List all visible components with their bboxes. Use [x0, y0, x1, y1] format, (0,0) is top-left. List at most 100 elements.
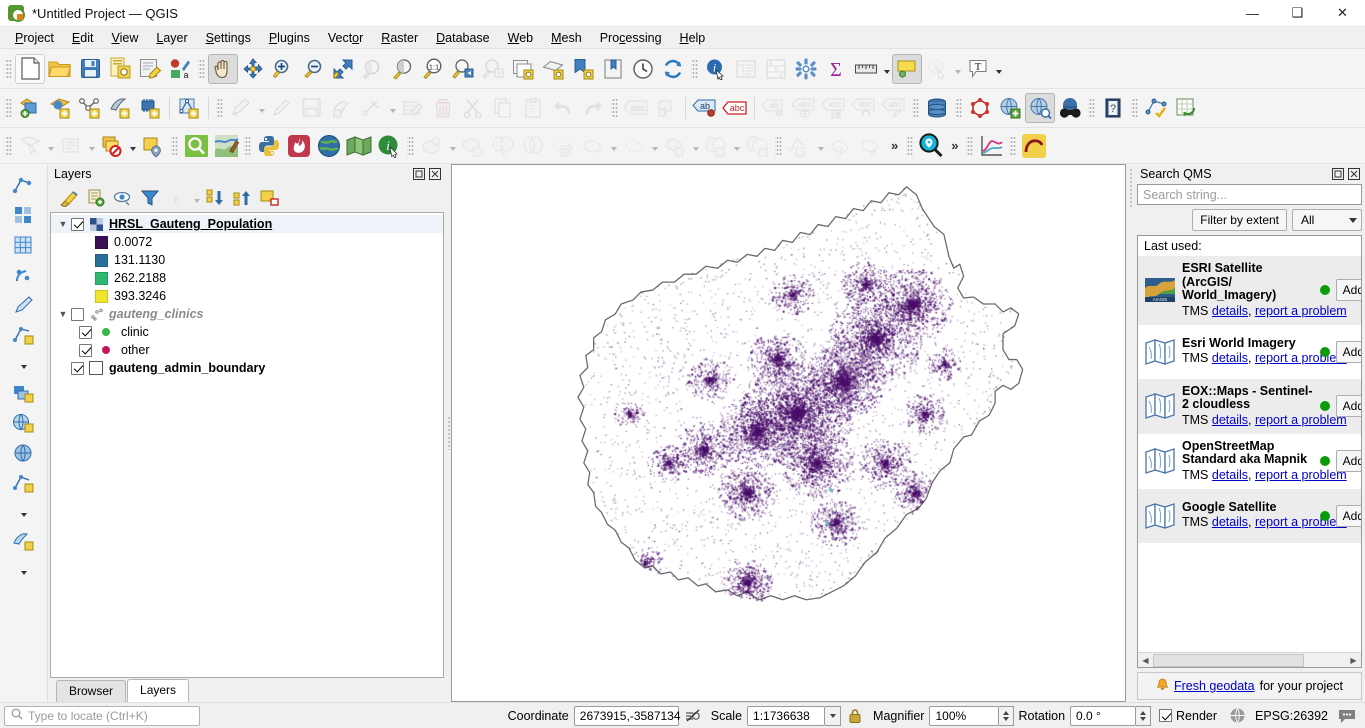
style-manager-button[interactable]: a	[165, 54, 195, 84]
render-checkbox[interactable]	[1159, 709, 1173, 722]
zoom-full-button[interactable]	[328, 54, 358, 84]
save-layer-edits-button[interactable]	[297, 93, 327, 123]
rotate-label-button[interactable]: abc	[849, 93, 879, 123]
map-canvas[interactable]	[451, 164, 1126, 702]
derivative-button[interactable]: d	[856, 131, 886, 161]
new-shapefile-button[interactable]	[174, 93, 204, 123]
add-service-button[interactable]: Add	[1335, 279, 1361, 302]
delete-selected-button[interactable]	[428, 93, 458, 123]
merge-caret[interactable]	[690, 132, 701, 160]
offset-curve-button[interactable]	[785, 131, 815, 161]
scale-dropdown-arrow[interactable]	[825, 705, 842, 726]
find-button[interactable]	[181, 131, 211, 161]
qms-service-row[interactable]: Google Satellite TMS details, report a p…	[1138, 488, 1361, 543]
tab-browser[interactable]: Browser	[56, 680, 127, 702]
tab-layers[interactable]: Layers	[127, 679, 190, 702]
qms-locator-button[interactable]	[916, 131, 946, 161]
union-button[interactable]	[548, 131, 578, 161]
highlight-pinned-labels-button[interactable]: ab	[759, 93, 789, 123]
sample-blue-icon[interactable]	[7, 260, 41, 290]
magnifier-stepper[interactable]	[999, 705, 1015, 726]
zoom-to-selection-button[interactable]	[358, 54, 388, 84]
vertex-tool-caret[interactable]	[387, 94, 398, 122]
legend-checkbox[interactable]	[79, 343, 92, 357]
rotation-field[interactable]: 0.0 °	[1070, 705, 1137, 726]
measure-button[interactable]	[851, 54, 881, 84]
open-attribute-table-button[interactable]	[731, 54, 761, 84]
add-service-button[interactable]: Add	[1335, 340, 1361, 363]
rotation-stepper[interactable]	[1136, 705, 1152, 726]
menu-view[interactable]: View	[102, 29, 147, 47]
toolbar-grip[interactable]	[1088, 97, 1095, 119]
profile-button[interactable]	[1019, 131, 1049, 161]
annotations-caret[interactable]	[952, 55, 963, 83]
select-by-location-button[interactable]	[138, 131, 168, 161]
toolbar-grip[interactable]	[5, 57, 12, 80]
expression-filter-icon[interactable]: ε	[164, 186, 190, 210]
undo-button[interactable]	[548, 93, 578, 123]
integrate-button[interactable]: ∫	[826, 131, 856, 161]
report-problem-link[interactable]: report a problem	[1255, 304, 1347, 318]
filter-by-extent-button[interactable]: Filter by extent	[1192, 209, 1287, 231]
report-problem-link[interactable]: report a problem	[1255, 351, 1347, 365]
qms-service-row[interactable]: EOX::Maps - Sentinel-2 cloudless TMS det…	[1138, 378, 1361, 434]
merge-button[interactable]	[660, 131, 690, 161]
scroll-right-arrow-icon[interactable]: ▶	[1346, 653, 1361, 667]
toolbar-grip[interactable]	[611, 97, 618, 119]
scroll-track[interactable]	[1153, 653, 1346, 667]
menu-processing[interactable]: Processing	[591, 29, 671, 47]
select-features-button[interactable]	[15, 131, 45, 161]
locate-input[interactable]: Type to locate (Ctrl+K)	[4, 705, 200, 726]
show-bookmarks-button[interactable]	[598, 54, 628, 84]
add-service-button[interactable]: Add	[1335, 504, 1361, 527]
select-by-value-caret[interactable]	[86, 132, 97, 160]
web-blue-icon[interactable]	[7, 438, 41, 468]
select-features-caret[interactable]	[45, 132, 56, 160]
help-button[interactable]: ?	[1098, 93, 1128, 123]
add-service-button[interactable]: Add	[1335, 395, 1361, 417]
cut-features-button[interactable]	[458, 93, 488, 123]
change-label-button[interactable]: abc	[879, 93, 909, 123]
menu-edit[interactable]: Edit	[63, 29, 103, 47]
zoom-to-layer-button[interactable]	[388, 54, 418, 84]
layer-row-hrsl[interactable]: ▼ HRSL_Gauteng_Population	[51, 215, 443, 233]
render-toggle[interactable]: Render	[1159, 709, 1217, 723]
add-feature-button[interactable]	[327, 93, 357, 123]
deselect-features-button[interactable]	[97, 131, 127, 161]
move-label-button[interactable]: abc	[819, 93, 849, 123]
add-group-icon[interactable]	[83, 186, 109, 210]
redo-button[interactable]	[578, 93, 608, 123]
legend-checkbox[interactable]	[79, 325, 92, 339]
menu-layer[interactable]: Layer	[147, 29, 196, 47]
difference-caret[interactable]	[649, 132, 660, 160]
save-project-as-button[interactable]	[105, 54, 135, 84]
text-annotation-caret[interactable]	[993, 55, 1004, 83]
offset-curve-caret[interactable]	[815, 132, 826, 160]
remove-layer-icon[interactable]	[257, 186, 283, 210]
close-icon[interactable]	[1347, 167, 1361, 181]
qms-type-select[interactable]: All	[1292, 209, 1362, 231]
copy-features-button[interactable]	[488, 93, 518, 123]
layer-row-clinics[interactable]: ▼ gauteng_clinics	[51, 305, 443, 323]
vector-blue-icon[interactable]	[7, 320, 41, 350]
intersect-button[interactable]	[518, 131, 548, 161]
pen-blue-icon[interactable]	[7, 290, 41, 320]
split-button[interactable]	[701, 131, 731, 161]
messages-icon[interactable]	[1333, 702, 1361, 728]
paintbrush-icon[interactable]	[56, 186, 82, 210]
select-by-value-button[interactable]	[56, 131, 86, 161]
undock-icon[interactable]	[412, 167, 426, 181]
toggle-editing-button[interactable]	[267, 93, 297, 123]
qms-service-row[interactable]: OpenStreetMap Standard aka Mapnik TMS de…	[1138, 434, 1361, 489]
current-edits-button[interactable]	[226, 93, 256, 123]
pan-to-selection-button[interactable]	[238, 54, 268, 84]
qms-horizontal-scrollbar[interactable]: ◀ ▶	[1138, 652, 1361, 667]
map-tips-button[interactable]	[892, 53, 922, 84]
current-edits-caret[interactable]	[256, 94, 267, 122]
python-console-button[interactable]	[254, 131, 284, 161]
zoom-out-button[interactable]	[298, 54, 328, 84]
add-mesh-layer-button[interactable]	[105, 93, 135, 123]
pin-labels-button[interactable]: ab	[690, 93, 720, 123]
close-button[interactable]: ✕	[1320, 0, 1365, 27]
globe-icon[interactable]	[1223, 702, 1251, 728]
